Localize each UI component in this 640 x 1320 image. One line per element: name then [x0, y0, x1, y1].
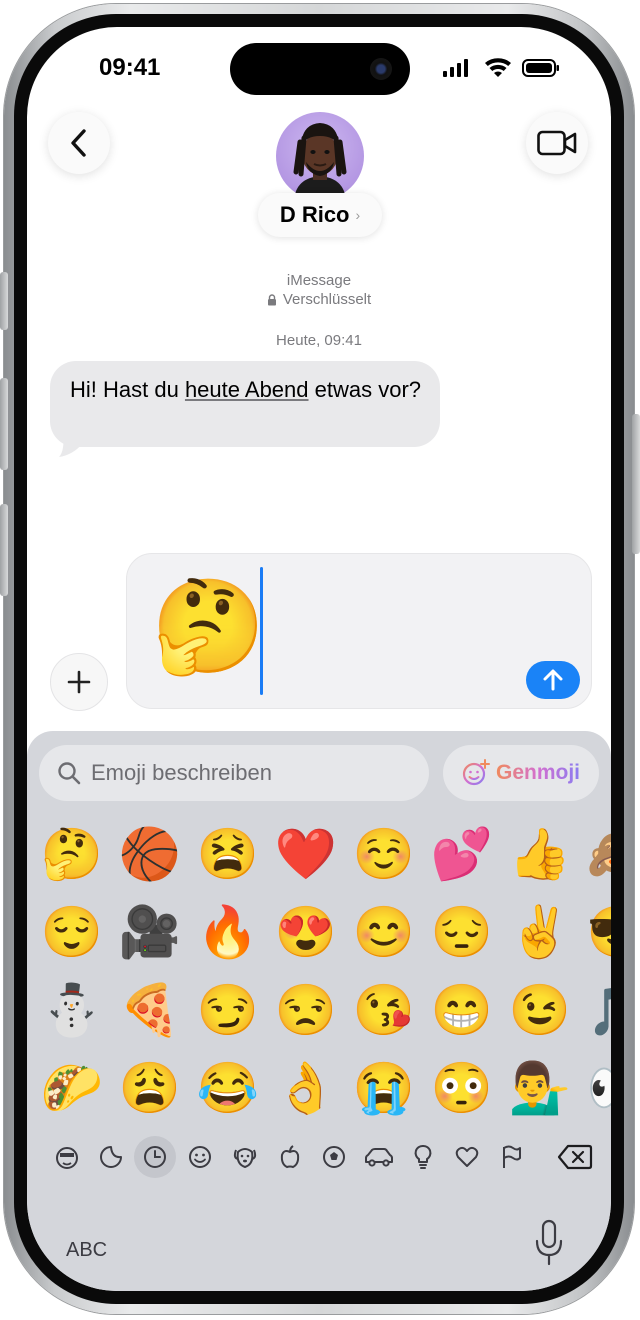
message-timestamp: Heute, 09:41: [276, 332, 362, 349]
emoji-key[interactable]: 🤔: [37, 819, 107, 889]
facetime-video-button[interactable]: [526, 112, 588, 174]
emoji-key[interactable]: ✌️: [505, 897, 575, 967]
phone-screen: 09:41 D Rico › iMessage Verschlüsselt He…: [27, 27, 611, 1291]
contact-name: D Rico: [279, 202, 350, 227]
power-button: [632, 414, 640, 554]
emoji-key[interactable]: 💁‍♂️: [505, 1053, 575, 1123]
recent-icon[interactable]: [134, 1136, 176, 1178]
emoji-key[interactable]: 😎: [583, 897, 611, 967]
dynamic-island: [230, 43, 410, 95]
travel-icon[interactable]: [361, 1139, 397, 1175]
emoji-key[interactable]: 🍕: [115, 975, 185, 1045]
emoji-key[interactable]: 😳: [427, 1053, 497, 1123]
emoji-key[interactable]: 😂: [193, 1053, 263, 1123]
emoji-key[interactable]: 😫: [193, 819, 263, 889]
battery-icon: [522, 59, 559, 77]
volume-down-button: [0, 504, 8, 596]
emoji-key[interactable]: ☺️: [349, 819, 419, 889]
emoji-grid: 🤔🏀😫❤️☺️💕👍🙈 😌🎥🔥😍😊😔✌️😎 ⛄🍕😏😒😘😁😉🎵 🌮😩😂👌😭😳💁‍♂️👀: [27, 819, 611, 1137]
send-button[interactable]: [526, 661, 580, 699]
stickers-icon[interactable]: [93, 1139, 129, 1175]
emoji-key[interactable]: 🌮: [37, 1053, 107, 1123]
animals-icon[interactable]: [227, 1139, 263, 1175]
emoji-key[interactable]: 🎵: [583, 975, 611, 1045]
microphone-icon[interactable]: [532, 1219, 566, 1267]
action-button: [0, 272, 8, 330]
emoji-key[interactable]: 😉: [505, 975, 575, 1045]
message-input-field[interactable]: 🤔: [126, 553, 592, 709]
arrow-up-icon: [543, 669, 563, 691]
food-icon[interactable]: [272, 1139, 308, 1175]
typed-emoji: 🤔: [151, 576, 266, 678]
emoji-keyboard: Emoji beschreiben Genmoji 🤔🏀😫❤️☺️💕👍🙈 😌🎥🔥😍…: [27, 731, 611, 1291]
status-time: 09:41: [99, 54, 161, 81]
chevron-left-icon: [71, 129, 86, 157]
emoji-key[interactable]: 🎥: [115, 897, 185, 967]
video-camera-icon: [537, 130, 577, 156]
emoji-search-input[interactable]: Emoji beschreiben: [39, 745, 429, 801]
emoji-key[interactable]: 😭: [349, 1053, 419, 1123]
message-text: Hi! Hast du heute Abend etwas vor?: [70, 376, 430, 404]
emoji-key[interactable]: 😩: [115, 1053, 185, 1123]
search-placeholder: Emoji beschreiben: [91, 760, 272, 785]
genmoji-label: Genmoji: [495, 761, 580, 784]
service-label: iMessage: [286, 272, 352, 289]
incoming-message-bubble[interactable]: Hi! Hast du heute Abend etwas vor?: [50, 361, 440, 447]
search-icon: [58, 762, 81, 785]
message-text-part: Hi! Hast du: [70, 377, 185, 402]
activity-icon[interactable]: [316, 1139, 352, 1175]
smileys-icon[interactable]: [182, 1139, 218, 1175]
emoji-key[interactable]: 🙈: [583, 819, 611, 889]
emoji-key[interactable]: 👍: [505, 819, 575, 889]
emoji-key[interactable]: 😁: [427, 975, 497, 1045]
memoji-avatar-icon: [293, 123, 347, 200]
flags-icon[interactable]: [493, 1139, 529, 1175]
emoji-key[interactable]: 😌: [37, 897, 107, 967]
backspace-icon: [557, 1144, 593, 1170]
front-camera-icon: [370, 58, 392, 80]
status-icons: [443, 58, 559, 77]
contact-name-button[interactable]: D Rico ›: [258, 193, 382, 237]
emoji-key[interactable]: 🏀: [115, 819, 185, 889]
abc-keyboard-switch[interactable]: ABC: [66, 1239, 107, 1262]
wifi-icon: [485, 58, 511, 77]
genmoji-icon[interactable]: [49, 1139, 85, 1175]
lock-icon: [267, 293, 276, 305]
emoji-key[interactable]: 👀: [583, 1053, 611, 1123]
emoji-key[interactable]: 😍: [271, 897, 341, 967]
emoji-key[interactable]: 💕: [427, 819, 497, 889]
emoji-key[interactable]: 👌: [271, 1053, 341, 1123]
emoji-key[interactable]: 😘: [349, 975, 419, 1045]
emoji-key[interactable]: 🔥: [193, 897, 263, 967]
text-cursor: [260, 567, 263, 695]
genmoji-icon: [462, 759, 490, 786]
plus-icon: [67, 670, 91, 694]
back-button[interactable]: [48, 112, 110, 174]
chevron-right-icon: ›: [355, 207, 361, 223]
contact-avatar[interactable]: [276, 112, 364, 200]
genmoji-button[interactable]: Genmoji: [443, 745, 599, 801]
symbols-icon[interactable]: [449, 1139, 485, 1175]
emoji-key[interactable]: 😊: [349, 897, 419, 967]
objects-icon[interactable]: [405, 1139, 441, 1175]
encryption-row: Verschlüsselt: [27, 291, 611, 308]
message-text-part: etwas vor?: [308, 377, 422, 402]
apps-plus-button[interactable]: [50, 653, 108, 711]
emoji-key[interactable]: ❤️: [271, 819, 341, 889]
delete-key[interactable]: [555, 1139, 595, 1175]
emoji-category-bar: [27, 1136, 611, 1185]
bubble-tail: [59, 431, 83, 457]
emoji-key[interactable]: 😔: [427, 897, 497, 967]
emoji-key[interactable]: ⛄: [37, 975, 107, 1045]
emoji-key[interactable]: 😒: [271, 975, 341, 1045]
cellular-signal-icon: [443, 59, 468, 77]
encryption-label: Verschlüsselt: [282, 291, 372, 308]
emoji-key[interactable]: 😏: [193, 975, 263, 1045]
volume-up-button: [0, 378, 8, 470]
date-detected-link[interactable]: heute Abend: [185, 377, 309, 402]
